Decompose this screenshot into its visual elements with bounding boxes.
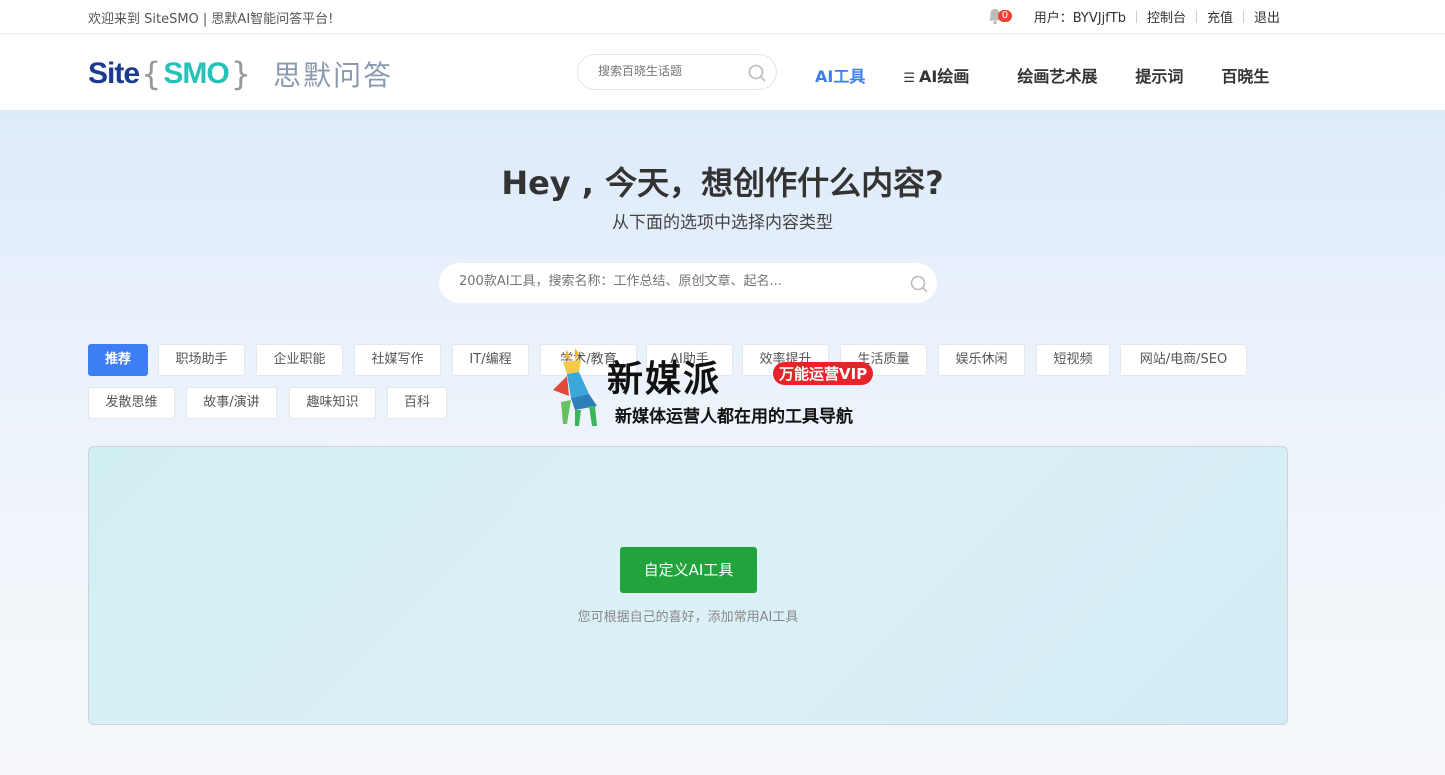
custom-tools-panel: 自定义AI工具 您可根据自己的喜好，添加常用AI工具 (88, 446, 1288, 725)
logo-brace-right: } (230, 55, 252, 93)
search-icon[interactable] (747, 63, 767, 87)
console-link[interactable]: 控制台 (1147, 7, 1186, 26)
category-chip[interactable]: 娱乐休闲 (938, 344, 1025, 376)
custom-tools-hint: 您可根据自己的喜好，添加常用AI工具 (577, 610, 799, 625)
divider (1242, 10, 1244, 23)
logo-cn-text: 思默问答 (273, 59, 394, 92)
logout-link[interactable]: 退出 (1254, 7, 1280, 26)
header-search-box (577, 54, 777, 90)
page-title: Hey , 今天，想创作什么内容? (501, 164, 944, 202)
nav-item-prompts[interactable]: 提示词 (1135, 63, 1183, 87)
logo-site-text: Site (88, 57, 140, 90)
category-chip[interactable]: 企业职能 (256, 344, 343, 376)
custom-ai-tool-button[interactable]: 自定义AI工具 (620, 547, 757, 593)
logo-smo-text: SMO (163, 57, 229, 90)
watermark-slogan: 新媒体运营人都在用的工具导航 (615, 407, 853, 427)
watermark-brand: 新媒派 (607, 359, 722, 400)
notification-bell[interactable]: 0 (988, 8, 1013, 26)
category-chip[interactable]: 百科 (387, 387, 447, 419)
main-header: Site { SMO } 思默问答 AI工具 ☰ AI绘画 绘画艺术展 提示词 百… (0, 35, 1445, 110)
user-links: 0 用户：BYVJjfTb 控制台 充值 退出 (988, 7, 1280, 26)
category-chip[interactable]: IT/编程 (452, 344, 529, 376)
category-chip[interactable]: 社媒写作 (354, 344, 441, 376)
category-chip[interactable]: 发散思维 (88, 387, 175, 419)
deer-logo-icon (553, 348, 597, 426)
top-bar: 欢迎来到 SiteSMO | 思默AI智能问答平台! 0 用户：BYVJjfTb… (0, 0, 1445, 34)
category-chip[interactable]: 网站/电商/SEO (1120, 344, 1247, 376)
nav-item-baixiaosheng[interactable]: 百晓生 (1221, 63, 1269, 87)
category-chip[interactable]: 故事/演讲 (186, 387, 277, 419)
divider (1135, 10, 1137, 23)
category-chip[interactable]: 推荐 (88, 344, 148, 376)
user-name[interactable]: 用户：BYVJjfTb (1034, 7, 1126, 26)
nav-item-label: AI绘画 (919, 67, 970, 86)
category-chip[interactable]: 职场助手 (158, 344, 245, 376)
nav-item-ai-tools[interactable]: AI工具 (815, 63, 865, 87)
watermark-overlay: 新媒派 万能运营VIP 新媒体运营人都在用的工具导航 (545, 346, 905, 432)
hero-section: Hey , 今天，想创作什么内容? 从下面的选项中选择内容类型 推荐 职场助手 … (0, 110, 1445, 775)
menu-icon: ☰ (903, 71, 915, 86)
nav-item-art-gallery[interactable]: 绘画艺术展 (1017, 63, 1097, 87)
nav-item-ai-painting[interactable]: ☰ AI绘画 (903, 63, 969, 87)
search-icon[interactable] (909, 274, 929, 298)
page-subtitle: 从下面的选项中选择内容类型 (612, 213, 833, 233)
tool-search-box (439, 263, 937, 303)
main-nav: AI工具 ☰ AI绘画 绘画艺术展 提示词 百晓生 (815, 63, 1307, 87)
watermark-badge: 万能运营VIP (773, 362, 874, 385)
logo-brace-left: { (141, 55, 162, 93)
site-logo[interactable]: Site { SMO } 思默问答 (88, 54, 393, 94)
recharge-link[interactable]: 充值 (1207, 7, 1233, 26)
category-chip[interactable]: 短视频 (1036, 344, 1110, 376)
category-chip[interactable]: 趣味知识 (289, 387, 376, 419)
divider (1195, 10, 1197, 23)
notification-count-badge: 0 (997, 9, 1013, 22)
welcome-text: 欢迎来到 SiteSMO | 思默AI智能问答平台! (88, 12, 334, 27)
header-search-input[interactable] (598, 64, 738, 78)
tool-search-input[interactable] (459, 274, 889, 289)
